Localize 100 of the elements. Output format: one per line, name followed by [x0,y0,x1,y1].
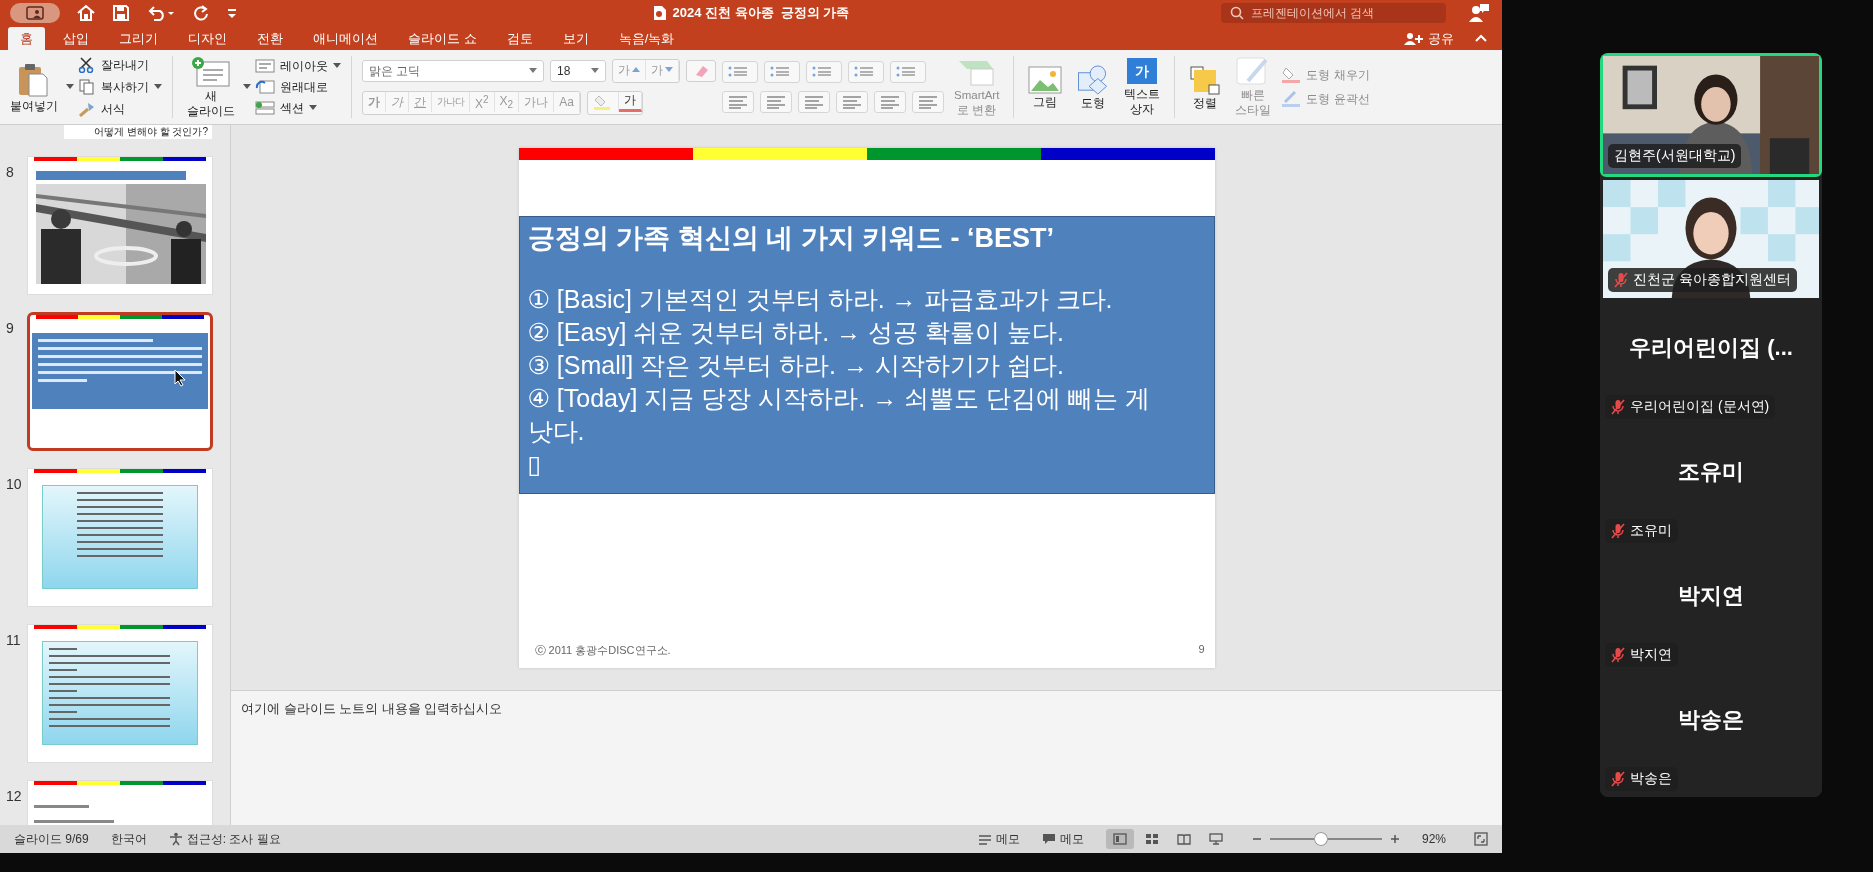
ribbon-tab[interactable]: 슬라이드 쇼 [396,27,489,50]
slide-text-line: ② [Easy] 쉬운 것부터 하라. → 성공 확률이 높다. [527,317,1065,348]
font-style-button[interactable]: 간 [409,92,432,112]
redo-icon[interactable] [192,3,210,22]
font-style-button[interactable]: X$^{2}$ [470,92,495,112]
highlighter-icon [592,94,613,110]
caret-icon [333,63,341,69]
align-button[interactable] [798,91,830,113]
sidebar-toggle-button[interactable] [10,2,60,23]
copy-button[interactable]: 복사하기 [78,79,162,95]
user-icon[interactable] [1468,2,1490,23]
arrange-button[interactable]: 정렬 [1185,62,1226,112]
caret-icon [591,68,599,74]
reset-icon [255,80,275,94]
align-button[interactable] [836,91,868,113]
new-slide-button[interactable]: 새 슬라이드 [183,54,239,120]
caret-icon [529,68,537,74]
book-icon [1177,833,1191,845]
sidebar-icon [26,5,44,20]
slide-number: 8 [5,163,15,182]
align-icon [727,95,749,109]
align-button[interactable] [912,91,944,113]
participant-name: 박송은 [1678,706,1744,734]
accessibility-button[interactable]: 접근성: 조사 필요 [168,830,281,848]
align-button[interactable] [874,91,906,113]
ribbon-tab[interactable]: 보기 [550,27,601,50]
comment-icon [1042,833,1056,845]
pen-icon [1281,90,1302,108]
ribbon-tab[interactable]: 검토 [494,27,545,50]
shapes-button[interactable]: 도형 [1072,62,1115,112]
align-icon [803,95,825,109]
layout-button[interactable]: 레이아웃 [255,58,341,74]
participant-name: 우리어린이집 (문서연) [1630,398,1770,416]
save-icon[interactable] [112,3,130,22]
undo-icon[interactable] [146,3,176,22]
font-size-dropdown[interactable]: 18 [550,60,606,82]
cut-button[interactable]: 잘라내기 [78,57,162,73]
align-icon [765,95,787,109]
section-button[interactable]: 섹션 [255,100,341,116]
align-icon [841,95,863,109]
ribbon-tab[interactable]: 전환 [245,27,295,50]
caret-icon[interactable] [243,84,251,90]
slide-text-line: ③ [Small] 작은 것부터 하라. → 시작하기가 쉽다. [527,350,1065,381]
zoom-in-icon[interactable] [1390,834,1400,844]
font-style-button[interactable]: X$_{2}$ [494,92,520,112]
document-title: 2024 진천 육아종 긍정의 가족 [672,3,850,22]
font-style-button[interactable]: 가 [386,92,409,112]
participant-name: 우리어린이집 (... [1629,334,1793,362]
slide-counter: 슬라이드 9/69 [14,830,89,848]
search-field[interactable]: 프레젠테이션에서 검색 [1221,2,1446,23]
font-name-dropdown[interactable]: 맑은 고딕 [362,60,544,82]
collapse-ribbon-icon[interactable] [1474,33,1488,43]
participant-name: 조유미 [1678,458,1744,486]
participant-name: 박지연 [1678,582,1744,610]
notes-button[interactable]: 메모 [978,830,1020,848]
font-style-button[interactable]: Aa [554,92,580,112]
ribbon-tab[interactable]: 애니메이션 [301,27,390,50]
caret-icon [309,105,317,111]
normal-view-button[interactable] [1106,829,1134,849]
font-style-button[interactable]: 가나다 [432,92,470,112]
scissors-icon [78,57,96,73]
caret-icon[interactable] [66,84,74,90]
picture-button[interactable]: 그림 [1024,63,1067,111]
language-label[interactable]: 한국어 [110,830,147,848]
add-person-icon [1404,31,1424,46]
ribbon-tab[interactable]: 삽입 [51,27,101,50]
home-icon[interactable] [76,3,96,22]
align-icon [879,95,901,109]
shrink-font-button[interactable]: 가 [646,60,679,80]
notes-icon [978,833,992,845]
slide-thumbnail[interactable]: 어떻게 변해야 할 것인가? [64,125,212,139]
reset-button[interactable]: 원래대로 [255,79,341,95]
format-painter-button[interactable]: 서식 [78,101,162,117]
comments-button[interactable]: 메모 [1042,830,1084,848]
slide-thumbnail[interactable] [27,312,213,451]
slide-page-number: 9 [1198,643,1205,657]
ribbon-tab[interactable]: 녹음/녹화 [606,27,687,50]
image-icon [1028,65,1063,94]
slide-title: 긍정의 가족 혁신의 네 가지 키워드 - ‘BEST’ [527,222,1055,255]
ribbon-tab[interactable]: 그리기 [107,27,170,50]
ribbon-tab[interactable]: 홈 [8,27,45,50]
paint-bucket-icon [1281,66,1302,84]
align-button[interactable] [760,91,792,113]
textbox-button[interactable]: 가 텍스트 상자 [1120,56,1165,118]
paste-button[interactable]: 붙여넣기 [6,59,62,115]
grow-font-button[interactable]: 가 [613,60,646,80]
share-button[interactable]: 공유 [1404,27,1454,50]
search-icon [1230,5,1244,20]
font-style-button[interactable]: 가나 [519,92,555,112]
notes-field[interactable]: 여기에 슬라이드 노트의 내용을 입력하십시오 [241,701,1492,716]
ribbon-tab[interactable]: 디자인 [176,27,239,50]
slide-footer: ⓒ 2011 홍광수DISC연구소. [534,643,671,658]
fit-to-window-icon[interactable] [1474,832,1488,846]
slide-number: 10 [5,475,23,494]
font-style-button[interactable]: 가 [363,92,386,112]
section-icon [255,101,275,115]
text-box[interactable]: 긍정의 가족 혁신의 네 가지 키워드 - ‘BEST’ ① [Basic] 기본적인 것부터 하라. → 파급효과가 크다. ② [Easy] 쉬운 것부터 하라. → 성공 확률이 높다. ③ [Small] 작은 것부터 하라. → 시작하기가 쉽다. ④ [Today] 지금 당장 시작하라. → 쇠뿔도 단김에 빼는 게 낫다. ▯ [518,216,1215,494]
paintbrush-icon [78,101,96,117]
zoom-percentage[interactable]: 92% [1422,832,1452,846]
align-button[interactable] [722,91,754,113]
